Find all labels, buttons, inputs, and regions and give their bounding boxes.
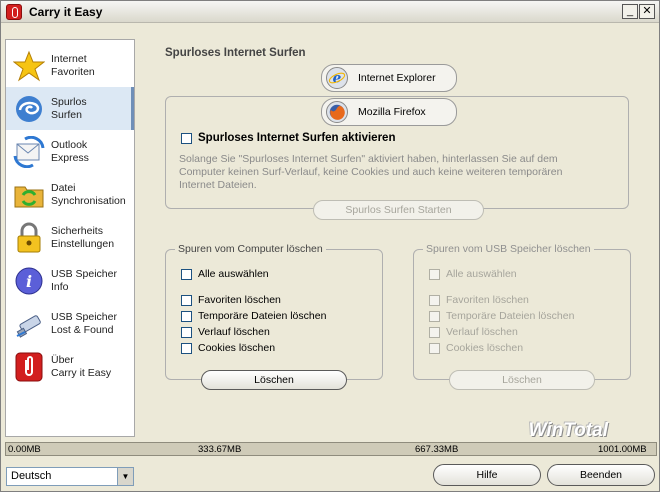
sidebar-item-label: USB Speicher Lost & Found	[51, 311, 117, 336]
usb-verlauf-label: Verlauf löschen	[446, 326, 518, 338]
minimize-button[interactable]: _	[622, 4, 638, 19]
window-title: Carry it Easy	[29, 5, 103, 19]
sidebar-item-usb-lost-found[interactable]: USB Speicher Lost & Found	[6, 302, 134, 345]
sidebar-item-label: Sicherheits Einstellungen	[51, 225, 115, 250]
computer-group-legend: Spuren vom Computer löschen	[175, 243, 326, 255]
computer-favoriten-label: Favoriten löschen	[198, 294, 281, 306]
chevron-down-icon[interactable]: ▼	[117, 468, 133, 485]
computer-select-all-checkbox[interactable]	[181, 269, 192, 280]
tab-internet-explorer[interactable]: e Internet Explorer	[321, 64, 457, 92]
app-window: Carry it Easy _ ✕ Internet Favoriten Spu…	[0, 0, 660, 492]
language-select-value: Deutsch	[11, 470, 52, 482]
sidebar-item-spurlos-surfen[interactable]: Spurlos Surfen	[6, 87, 134, 130]
wintotal-watermark: WinTotal	[528, 420, 608, 441]
help-button[interactable]: Hilfe	[433, 464, 541, 486]
sidebar-item-datei-synchronisation[interactable]: Datei Synchronisation	[6, 173, 134, 216]
sidebar-item-label: Internet Favoriten	[51, 53, 95, 78]
lock-icon	[17, 222, 41, 253]
app-logo-icon	[6, 4, 22, 20]
usb-stick-icon	[16, 315, 41, 338]
sidebar-item-label: USB Speicher Info	[51, 268, 117, 293]
sidebar-item-ueber[interactable]: Über Carry it Easy	[6, 345, 134, 388]
app-logo-icon	[15, 352, 43, 382]
sidebar-item-label: Datei Synchronisation	[51, 182, 126, 207]
section-title: Spurloses Internet Surfen	[165, 47, 306, 59]
sidebar-item-internet-favoriten[interactable]: Internet Favoriten	[6, 44, 134, 87]
computer-select-all-label: Alle auswählen	[198, 268, 269, 280]
computer-verlauf-checkbox[interactable]	[181, 327, 192, 338]
usb-favoriten-label: Favoriten löschen	[446, 294, 529, 306]
usb-verlauf-checkbox[interactable]	[429, 327, 440, 338]
tab-label: Internet Explorer	[358, 72, 436, 84]
sidebar-item-label: Outlook Express	[51, 139, 89, 164]
usb-select-all-label: Alle auswählen	[446, 268, 517, 280]
close-button[interactable]: ✕	[639, 4, 655, 19]
sidebar-item-label: Über Carry it Easy	[51, 354, 112, 379]
computer-verlauf-label: Verlauf löschen	[198, 326, 270, 338]
sidebar-item-outlook-express[interactable]: Outlook Express	[6, 130, 134, 173]
star-icon	[13, 50, 45, 82]
firefox-icon	[326, 101, 348, 123]
swirl-icon	[16, 96, 42, 122]
spurlos-starten-button[interactable]: Spurlos Surfen Starten	[313, 200, 484, 220]
activate-spurlos-label: Spurloses Internet Surfen aktivieren	[198, 132, 396, 144]
usb-favoriten-checkbox[interactable]	[429, 295, 440, 306]
usb-cookies-label: Cookies löschen	[446, 342, 524, 354]
folder-sync-icon	[14, 186, 44, 208]
memory-usage-bar: 0.00MB 333.67MB 667.33MB 1001.00MB WinTo…	[5, 420, 657, 456]
sidebar-nav: Internet Favoriten Spurlos Surfen Outloo…	[5, 39, 135, 437]
svg-text:i: i	[26, 272, 32, 291]
language-select[interactable]: Deutsch ▼	[6, 467, 134, 486]
activate-spurlos-checkbox[interactable]	[181, 133, 192, 144]
memory-label-two-thirds: 667.33MB	[415, 444, 459, 455]
computer-temp-files-checkbox[interactable]	[181, 311, 192, 322]
memory-label-min: 0.00MB	[8, 444, 41, 455]
computer-cookies-checkbox[interactable]	[181, 343, 192, 354]
main-panel: Spurloses Internet Surfen e Internet Exp…	[141, 39, 655, 437]
usb-temp-files-checkbox[interactable]	[429, 311, 440, 322]
memory-label-max: 1001.00MB	[598, 444, 647, 455]
info-icon: i	[15, 267, 43, 295]
spurlos-description: Solange Sie "Spurloses Internet Surfen" …	[179, 153, 563, 191]
tab-label: Mozilla Firefox	[358, 106, 426, 118]
tab-mozilla-firefox[interactable]: Mozilla Firefox	[321, 98, 457, 126]
usb-cookies-checkbox[interactable]	[429, 343, 440, 354]
sidebar-item-sicherheits-einstellungen[interactable]: Sicherheits Einstellungen	[6, 216, 134, 259]
sidebar-item-label: Spurlos Surfen	[51, 96, 87, 121]
computer-temp-files-label: Temporäre Dateien löschen	[198, 310, 327, 322]
computer-cookies-label: Cookies löschen	[198, 342, 276, 354]
usb-temp-files-label: Temporäre Dateien löschen	[446, 310, 575, 322]
usb-delete-button[interactable]: Löschen	[449, 370, 595, 390]
usb-group-legend: Spuren vom USB Speicher löschen	[423, 243, 594, 255]
usb-select-all-checkbox[interactable]	[429, 269, 440, 280]
computer-favoriten-checkbox[interactable]	[181, 295, 192, 306]
sidebar-item-usb-speicher-info[interactable]: i USB Speicher Info	[6, 259, 134, 302]
sync-mail-icon	[13, 136, 45, 168]
title-bar[interactable]: Carry it Easy _ ✕	[1, 1, 659, 23]
computer-delete-button[interactable]: Löschen	[201, 370, 347, 390]
internet-explorer-icon: e	[326, 67, 348, 89]
memory-label-third: 333.67MB	[198, 444, 242, 455]
exit-button[interactable]: Beenden	[547, 464, 655, 486]
